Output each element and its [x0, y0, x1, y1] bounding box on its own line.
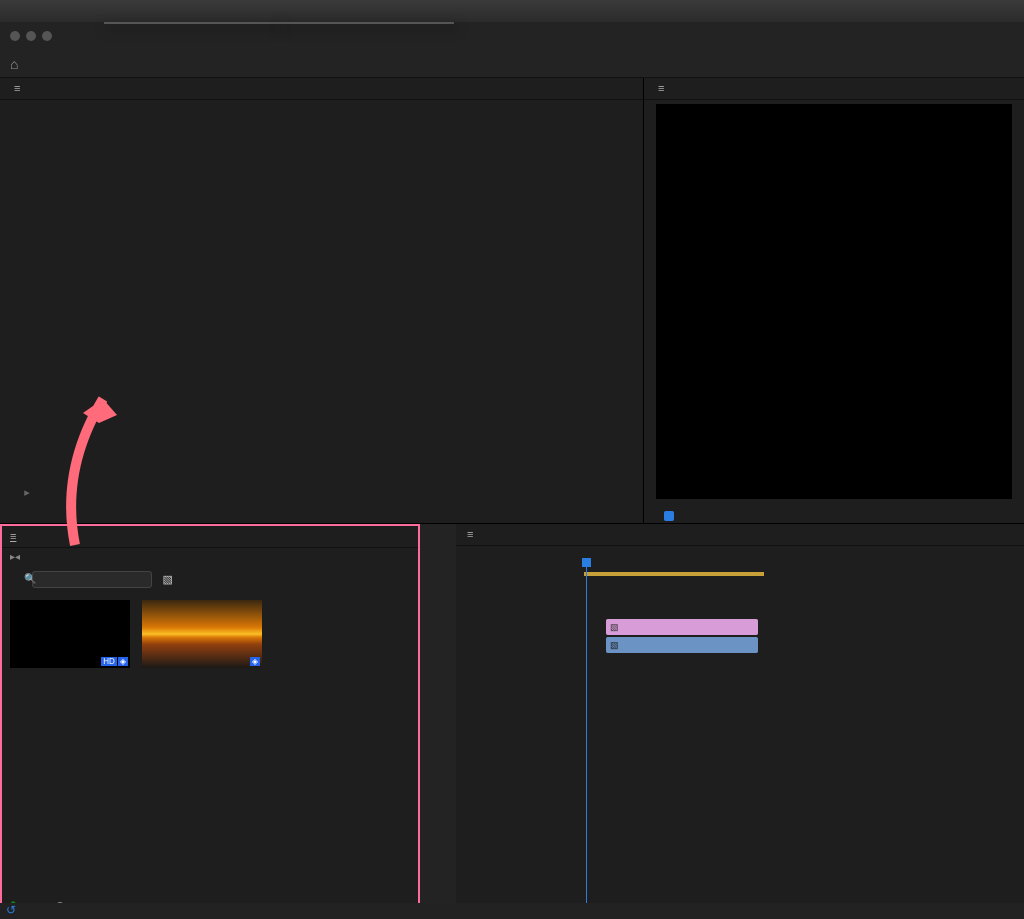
- timeline-clips-area[interactable]: ▧ ▧: [584, 582, 1024, 919]
- file-menu: [104, 22, 279, 24]
- program-scrubber[interactable]: [656, 511, 1012, 525]
- project-search-input[interactable]: [32, 571, 152, 588]
- workspace-tabs: ⌂: [0, 50, 1024, 78]
- bin-icon[interactable]: ▧: [162, 573, 172, 586]
- program-tab[interactable]: ≡: [644, 78, 1024, 100]
- timeline-panel: ≡ ▧ ▧: [420, 524, 1024, 919]
- playhead-icon[interactable]: [664, 511, 674, 521]
- source-panel: ≡ ▸: [0, 78, 644, 523]
- search-icon: 🔍: [24, 574, 36, 585]
- mac-menubar: [0, 0, 1024, 22]
- home-icon[interactable]: ⌂: [10, 56, 18, 72]
- project-tab[interactable]: ≡: [10, 531, 16, 543]
- file-new-submenu: [279, 22, 454, 24]
- source-tab[interactable]: ≡: [0, 78, 643, 100]
- timeline-ruler[interactable]: [584, 558, 1024, 582]
- status-bar: ↺: [0, 903, 1024, 919]
- project-item[interactable]: HD◈: [10, 600, 130, 672]
- project-item[interactable]: ◈: [142, 600, 262, 672]
- project-icon: ▸◂: [10, 552, 20, 563]
- program-panel: ≡: [644, 78, 1024, 523]
- project-panel: ≡ ▸◂ 🔍 ▧ HD◈ ◈ ✎ ≣ ▾: [0, 524, 420, 919]
- window-controls[interactable]: [10, 31, 52, 41]
- clip-sunset[interactable]: ▧: [606, 637, 758, 653]
- playhead[interactable]: [586, 558, 587, 919]
- clip-nextist[interactable]: ▧: [606, 619, 758, 635]
- sequence-tab[interactable]: ≡: [456, 524, 1024, 546]
- program-monitor[interactable]: [656, 104, 1012, 499]
- app-titlebar: [0, 22, 1024, 50]
